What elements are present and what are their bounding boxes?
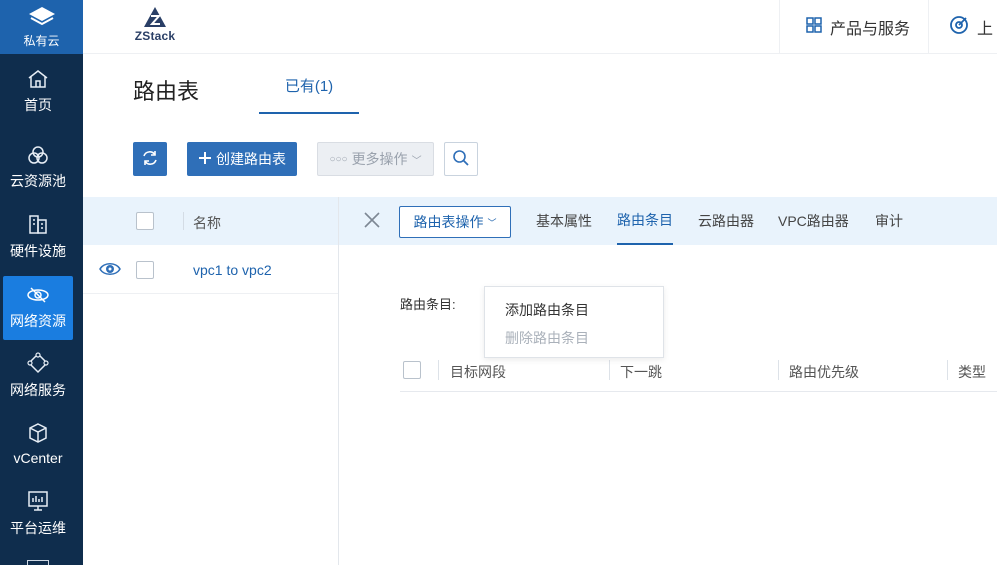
tab-audit[interactable]: 审计 bbox=[875, 197, 903, 245]
more-actions-label: 更多操作 bbox=[351, 151, 408, 167]
create-route-table-label: 创建路由表 bbox=[216, 151, 286, 167]
tab-vpc-router[interactable]: VPC路由器 bbox=[778, 197, 849, 245]
resource-pool-icon bbox=[27, 145, 49, 165]
network-icon bbox=[26, 285, 50, 305]
sidebar-item-network-service[interactable]: 网络服务 bbox=[3, 344, 73, 408]
top-bar: ZStack 产品与服务 上 bbox=[83, 0, 997, 54]
search-icon bbox=[452, 149, 470, 170]
more-actions-button[interactable]: ○○○ 更多操作 ﹀ bbox=[317, 142, 434, 176]
brand-label: 私有云 bbox=[23, 34, 60, 48]
route-table-actions-dropdown[interactable]: 路由表操作 ﹀ bbox=[399, 206, 511, 238]
sidebar-nav: 私有云 首页 云资源池 硬件设施 网络资源 网络服务 vCenter 平台运维 bbox=[0, 0, 83, 565]
sidebar-item-home[interactable]: 首页 bbox=[3, 60, 73, 124]
target-icon bbox=[949, 15, 977, 40]
column-divider bbox=[609, 360, 610, 380]
layers-icon bbox=[27, 5, 57, 30]
close-icon[interactable] bbox=[363, 211, 381, 232]
sidebar-item-vcenter[interactable]: vCenter bbox=[3, 412, 73, 476]
page-title: 路由表 bbox=[133, 79, 200, 104]
column-divider bbox=[183, 212, 184, 230]
tab-cloud-router[interactable]: 云路由器 bbox=[698, 197, 754, 245]
sidebar-item-label: vCenter bbox=[13, 450, 63, 466]
table-row[interactable]: vpc1 to vpc2 bbox=[83, 246, 339, 294]
sidebar-item-network[interactable]: 网络资源 bbox=[3, 276, 73, 340]
list-header: 名称 bbox=[83, 197, 339, 245]
sidebar-item-resource-pool[interactable]: 云资源池 bbox=[3, 136, 73, 200]
sidebar-item-label: 硬件设施 bbox=[10, 243, 66, 259]
panel-divider bbox=[338, 197, 339, 565]
sidebar-item-label: 首页 bbox=[24, 97, 52, 113]
upload-button[interactable]: 上 bbox=[949, 0, 993, 54]
menu-item-add-route[interactable]: 添加路由条目 bbox=[505, 300, 589, 320]
column-header-destination: 目标网段 bbox=[450, 364, 506, 380]
logo-text: ZStack bbox=[134, 29, 176, 43]
brand-switcher[interactable]: 私有云 bbox=[0, 0, 83, 54]
sidebar-next-item-icon[interactable] bbox=[27, 560, 49, 565]
select-all-routes-checkbox[interactable] bbox=[403, 361, 421, 379]
select-all-checkbox[interactable] bbox=[136, 212, 154, 230]
more-dots-icon: ○○○ bbox=[329, 153, 348, 165]
route-table-actions-label: 路由表操作 bbox=[413, 214, 484, 230]
sidebar-item-label: 平台运维 bbox=[10, 520, 66, 536]
products-services-label: 产品与服务 bbox=[830, 21, 911, 38]
sidebar-item-ops[interactable]: 平台运维 bbox=[3, 482, 73, 546]
sidebar-item-label: 网络资源 bbox=[10, 313, 66, 329]
sidebar-item-hardware[interactable]: 硬件设施 bbox=[3, 205, 73, 269]
column-header-type: 类型 bbox=[958, 364, 986, 380]
sidebar-item-label: 网络服务 bbox=[10, 382, 66, 398]
tab-existing[interactable]: 已有(1) bbox=[259, 58, 359, 114]
column-divider bbox=[438, 360, 439, 380]
eye-icon[interactable] bbox=[99, 260, 121, 281]
upload-label: 上 bbox=[977, 21, 994, 38]
search-button[interactable] bbox=[444, 142, 478, 176]
chevron-down-icon: ﹀ bbox=[487, 217, 497, 228]
cube-icon bbox=[27, 422, 49, 444]
detail-header: 路由表操作 ﹀ 基本属性 路由条目 云路由器 VPC路由器 审计 bbox=[339, 197, 997, 245]
refresh-button[interactable] bbox=[133, 142, 167, 176]
tab-route-entries[interactable]: 路由条目 bbox=[617, 197, 673, 245]
menu-item-delete-route: 删除路由条目 bbox=[505, 330, 589, 346]
create-route-table-button[interactable]: 创建路由表 bbox=[187, 142, 297, 176]
monitor-icon bbox=[27, 490, 49, 512]
row-checkbox[interactable] bbox=[136, 261, 154, 279]
zstack-logo[interactable]: ZStack bbox=[131, 6, 179, 43]
tab-basic-properties[interactable]: 基本属性 bbox=[536, 197, 592, 245]
network-service-icon bbox=[27, 352, 49, 374]
route-table-actions-menu: 添加路由条目 删除路由条目 bbox=[484, 286, 664, 358]
column-header-name: 名称 bbox=[193, 215, 221, 231]
route-table-name-link[interactable]: vpc1 to vpc2 bbox=[193, 262, 272, 278]
products-services-button[interactable]: 产品与服务 bbox=[779, 0, 929, 54]
hardware-icon bbox=[27, 213, 49, 235]
column-divider bbox=[778, 360, 779, 380]
sidebar-item-label: 云资源池 bbox=[10, 173, 66, 189]
chevron-down-icon: ﹀ bbox=[411, 155, 422, 167]
zstack-logo-icon bbox=[144, 7, 166, 27]
route-entries-label: 路由条目: bbox=[400, 297, 456, 312]
home-icon bbox=[27, 69, 49, 89]
plus-icon bbox=[198, 151, 216, 168]
column-header-priority: 路由优先级 bbox=[789, 364, 859, 380]
grid-icon bbox=[806, 16, 830, 38]
refresh-icon bbox=[141, 149, 159, 170]
column-divider bbox=[947, 360, 948, 380]
column-header-next-hop: 下一跳 bbox=[620, 364, 662, 380]
